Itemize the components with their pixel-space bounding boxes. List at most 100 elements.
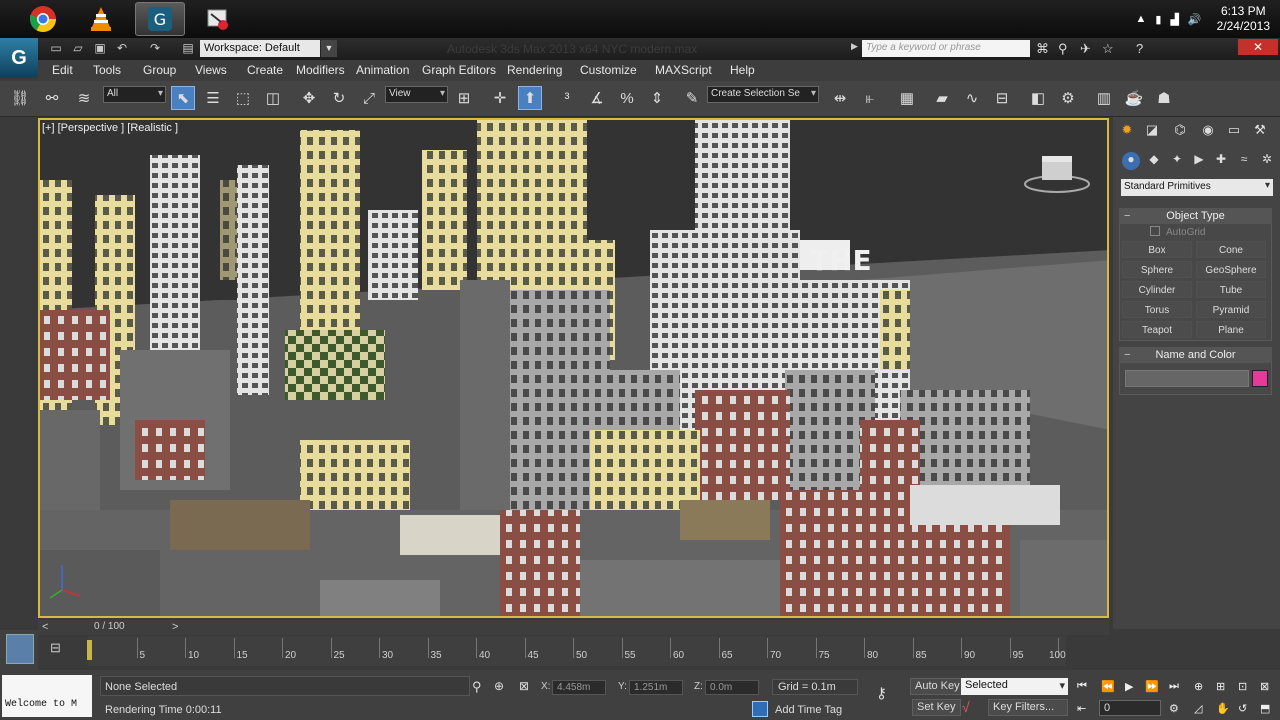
helpers-category-icon[interactable]: ✚ <box>1212 152 1230 170</box>
time-configuration-icon[interactable]: ⚙ <box>1169 702 1179 715</box>
angle-snap-icon[interactable]: ∡ <box>585 86 609 110</box>
object-name-field[interactable] <box>1125 370 1249 387</box>
open-mini-curve-editor-icon[interactable]: ⊟ <box>50 640 61 656</box>
current-frame-marker[interactable] <box>87 640 92 660</box>
maximize-viewport-icon[interactable]: ⬒ <box>1260 702 1270 715</box>
menu-edit[interactable]: Edit <box>52 63 73 77</box>
bind-to-space-warp-icon[interactable]: ≋ <box>72 86 96 110</box>
object-type-header[interactable]: − Object Type <box>1119 208 1272 224</box>
name-and-color-header[interactable]: − Name and Color <box>1119 347 1272 363</box>
maxscript-listener[interactable]: Welcome to M <box>2 675 92 717</box>
plane-button[interactable]: Plane <box>1196 321 1266 338</box>
network-icon[interactable]: ▟ <box>1170 13 1178 26</box>
redo-icon[interactable]: ↷ <box>147 41 163 56</box>
selection-filter-dropdown[interactable]: All <box>103 86 166 103</box>
percent-snap-icon[interactable]: % <box>615 86 639 110</box>
current-frame-field[interactable]: 0 <box>1099 700 1161 716</box>
cylinder-button[interactable]: Cylinder <box>1122 281 1192 298</box>
space-warps-category-icon[interactable]: ≈ <box>1235 152 1253 170</box>
zoom-all-icon[interactable]: ⊞ <box>1216 680 1225 693</box>
align-icon[interactable]: ⫦ <box>858 86 882 110</box>
layer-manager-icon[interactable]: ▦ <box>895 86 919 110</box>
torus-button[interactable]: Torus <box>1122 301 1192 318</box>
sphere-button[interactable]: Sphere <box>1122 261 1192 278</box>
snaps-toggle-icon[interactable]: ³ <box>555 86 579 110</box>
workspace-dropdown[interactable]: Workspace: Default <box>200 40 320 57</box>
edit-named-selection-icon[interactable]: ✎ <box>680 86 704 110</box>
set-keys-icon[interactable]: √ <box>962 699 970 715</box>
application-button[interactable]: G <box>0 38 38 78</box>
zoom-extents-icon[interactable]: ⊡ <box>1238 680 1247 693</box>
search-expand-icon[interactable]: ▶ <box>851 41 858 52</box>
select-and-scale-icon[interactable]: ⤢ <box>357 86 381 110</box>
geometry-category-icon[interactable]: ● <box>1122 152 1140 170</box>
object-color-swatch[interactable] <box>1252 370 1268 387</box>
select-and-rotate-icon[interactable]: ↻ <box>327 86 351 110</box>
render-setup-icon[interactable]: ⚙ <box>1056 86 1080 110</box>
key-mode-dropdown[interactable]: Selected <box>961 678 1068 695</box>
named-selection-dropdown[interactable]: Create Selection Se <box>707 86 819 103</box>
cone-button[interactable]: Cone <box>1196 241 1266 258</box>
next-frame-icon[interactable]: > <box>172 621 178 633</box>
select-and-move-icon[interactable]: ✥ <box>297 86 321 110</box>
go-to-end-icon[interactable]: ⏭ <box>1169 680 1179 693</box>
save-file-icon[interactable]: ▣ <box>92 41 108 56</box>
favorites-star-icon[interactable]: ☆ <box>1102 41 1114 57</box>
rendered-frame-window-icon[interactable]: ▥ <box>1092 86 1116 110</box>
key-filters-button[interactable]: Key Filters... <box>988 699 1068 716</box>
undo-icon[interactable]: ↶ <box>114 41 130 56</box>
menu-create[interactable]: Create <box>247 63 283 77</box>
chrome-icon[interactable] <box>18 2 68 36</box>
3dsmax-icon[interactable]: G <box>135 2 185 36</box>
menu-group[interactable]: Group <box>143 63 176 77</box>
previous-frame-icon[interactable]: < <box>42 621 48 633</box>
go-to-start-icon[interactable]: ⏮ <box>1077 680 1087 693</box>
window-crossing-icon[interactable]: ◫ <box>261 86 285 110</box>
previous-key-icon[interactable]: ⏪ <box>1101 680 1115 693</box>
menu-rendering[interactable]: Rendering <box>507 63 562 77</box>
lock-selection-icon[interactable]: ⚲ <box>472 679 482 695</box>
systems-category-icon[interactable]: ✲ <box>1258 152 1276 170</box>
select-object-icon[interactable]: ⬉ <box>171 86 195 110</box>
modify-tab-icon[interactable]: ◪ <box>1142 122 1162 140</box>
new-file-icon[interactable]: ▭ <box>48 41 64 56</box>
zoom-extents-all-icon[interactable]: ⊠ <box>1260 680 1269 693</box>
render-iterative-icon[interactable]: ☗ <box>1152 86 1176 110</box>
battery-icon[interactable]: ▮ <box>1155 13 1161 26</box>
key-mode-toggle-icon[interactable]: ⇤ <box>1077 702 1086 715</box>
search-input[interactable]: Type a keyword or phrase <box>862 40 1030 57</box>
open-file-icon[interactable]: ▱ <box>70 41 86 56</box>
reference-coordinate-dropdown[interactable]: View <box>385 86 448 103</box>
select-and-link-icon[interactable]: ⛓ <box>8 86 32 110</box>
select-and-manipulate-icon[interactable]: ✛ <box>488 86 512 110</box>
pyramid-button[interactable]: Pyramid <box>1196 301 1266 318</box>
close-button[interactable]: ✕ <box>1238 39 1278 55</box>
lights-category-icon[interactable]: ✦ <box>1168 152 1186 170</box>
perspective-viewport[interactable]: THE <box>38 118 1109 618</box>
y-coordinate-field[interactable]: 1.251m <box>629 680 683 695</box>
help-icon[interactable]: ? <box>1136 41 1143 56</box>
viewport-label[interactable]: [+] [Perspective ] [Realistic ] <box>42 122 178 134</box>
menu-views[interactable]: Views <box>195 63 227 77</box>
key-icon[interactable]: ⚲ <box>1058 41 1068 57</box>
default-in-out-tangents-key-icon[interactable]: ⚷ <box>876 684 887 702</box>
geosphere-button[interactable]: GeoSphere <box>1196 261 1266 278</box>
cameras-category-icon[interactable]: ▶ <box>1190 152 1208 170</box>
relative-mode-icon[interactable]: ⊕ <box>494 679 504 693</box>
hierarchy-tab-icon[interactable]: ⌬ <box>1170 122 1190 140</box>
menu-animation[interactable]: Animation <box>356 63 409 77</box>
rectangular-selection-icon[interactable]: ⬚ <box>231 86 255 110</box>
pivot-center-icon[interactable]: ⊞ <box>452 86 476 110</box>
menu-modifiers[interactable]: Modifiers <box>296 63 345 77</box>
schematic-view-icon[interactable]: ⊟ <box>990 86 1014 110</box>
mirror-icon[interactable]: ⇹ <box>828 86 852 110</box>
create-tab-icon[interactable]: ✹ <box>1117 122 1137 140</box>
material-editor-icon[interactable]: ◧ <box>1026 86 1050 110</box>
utilities-tab-icon[interactable]: ⚒ <box>1250 122 1270 140</box>
auto-key-button[interactable]: Auto Key <box>910 678 965 695</box>
mini-curve-editor-toggle[interactable] <box>0 630 38 670</box>
zoom-icon[interactable]: ⊕ <box>1194 680 1203 693</box>
render-production-icon[interactable]: ☕ <box>1122 86 1146 110</box>
box-button[interactable]: Box <box>1122 241 1192 258</box>
motion-tab-icon[interactable]: ◉ <box>1198 122 1218 140</box>
